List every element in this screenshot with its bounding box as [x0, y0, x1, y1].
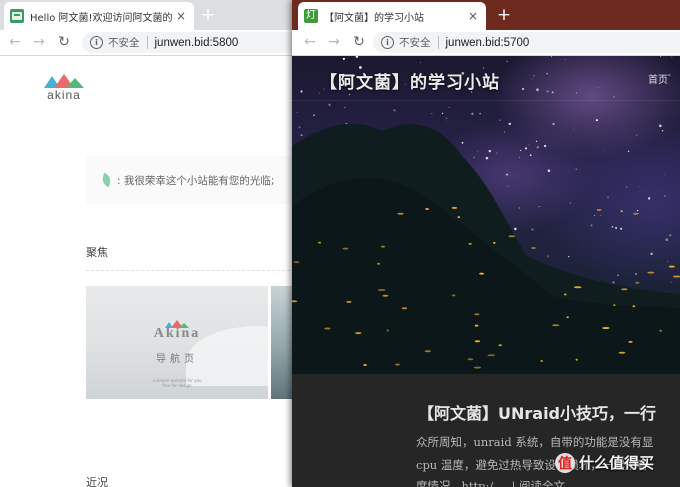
tab-study-site[interactable]: 灯 【阿文菌】的学习小站 × [298, 2, 486, 30]
address-separator [146, 36, 148, 49]
mountain-logo-icon [44, 74, 84, 88]
address-bar[interactable]: i 不安全 junwen.bid:5800 [82, 32, 300, 53]
info-icon[interactable]: i [381, 36, 394, 49]
close-tab-icon[interactable]: × [174, 9, 188, 23]
akina-logo[interactable]: akina [42, 72, 88, 102]
tab-strip: Hello 阿文菌!欢迎访问阿文菌的 × + [0, 0, 300, 30]
url-text[interactable]: junwen.bid:5700 [446, 37, 530, 49]
card-fine-line: free for design [162, 383, 192, 388]
back-arrow-icon[interactable]: ← [301, 33, 319, 51]
browser-window-right: 灯 【阿文菌】的学习小站 × + ← → ↻ i 不安全 junwen.bid:… [292, 0, 680, 487]
watermark: 值 什么值得买 [555, 452, 654, 473]
feature-card-nav[interactable]: Akina 导航页 a simple website for you free … [86, 286, 268, 399]
info-icon[interactable]: i [90, 36, 103, 49]
nav-home-link[interactable]: 首页 [648, 71, 668, 86]
card-title: Akina [153, 326, 201, 341]
lamp-favicon-icon: 灯 [304, 9, 318, 23]
logo-text: akina [47, 88, 81, 102]
browser-toolbar: ← → ↻ i 不安全 junwen.bid:5800 [0, 30, 300, 56]
watermark-text: 什么值得买 [579, 454, 655, 472]
card-fine-print: a simple website for you free for design [86, 378, 268, 388]
reload-icon[interactable]: ↻ [350, 33, 368, 51]
tab-strip: 灯 【阿文菌】的学习小站 × + [292, 0, 680, 30]
url-text[interactable]: junwen.bid:5800 [155, 37, 239, 49]
welcome-notice: : 我很荣幸这个小站能有您的光临; [86, 156, 300, 204]
page-content: 【阿文菌】的学习小站 首页 【阿文菌】UNraid小技巧，一行 众所周知，unr… [292, 56, 680, 487]
hero-night-sky-image [292, 56, 680, 374]
reload-icon[interactable]: ↻ [55, 33, 73, 51]
address-separator [437, 36, 439, 49]
smzdm-logo-icon: 值 [555, 452, 575, 473]
tab-title: Hello 阿文菌!欢迎访问阿文菌的 [30, 12, 173, 24]
new-tab-button[interactable]: + [494, 5, 514, 25]
new-tab-button[interactable]: + [198, 5, 218, 25]
browser-toolbar: ← → ↻ i 不安全 junwen.bid:5700 [292, 30, 680, 56]
address-bar[interactable]: i 不安全 junwen.bid:5700 [373, 32, 680, 53]
insecure-label: 不安全 [108, 37, 140, 49]
close-tab-icon[interactable]: × [466, 9, 480, 23]
post-excerpt-line: 众所周知，unraid 系统，自带的功能是没有显 [416, 435, 654, 449]
back-arrow-icon[interactable]: ← [6, 33, 24, 51]
card-subtitle: 导航页 [156, 354, 198, 365]
leaf-icon [100, 172, 113, 188]
page-content: akina : 我很荣幸这个小站能有您的光临; 聚焦 Akina 导航页 a s… [0, 56, 300, 487]
recent-heading: 近况 [86, 476, 108, 487]
notice-text: : 我很荣幸这个小站能有您的光临; [117, 174, 275, 187]
night-scene-graphic [292, 56, 680, 374]
header-divider [292, 100, 680, 101]
forward-arrow-icon[interactable]: → [325, 33, 343, 51]
post-title[interactable]: 【阿文菌】UNraid小技巧，一行 [418, 400, 656, 424]
divider [86, 270, 300, 271]
browser-window-left: Hello 阿文菌!欢迎访问阿文菌的 × + ← → ↻ i 不安全 junwe… [0, 0, 300, 487]
site-title[interactable]: 【阿文菌】的学习小站 [320, 68, 500, 93]
post-excerpt-line: 度情况...http:/ ... | 阅读全文 [416, 479, 566, 487]
insecure-label: 不安全 [399, 37, 431, 49]
focus-heading: 聚焦 [86, 246, 108, 259]
site-favicon-icon [10, 9, 24, 23]
forward-arrow-icon[interactable]: → [30, 33, 48, 51]
tab-title: 【阿文菌】的学习小站 [324, 12, 424, 24]
tab-hello[interactable]: Hello 阿文菌!欢迎访问阿文菌的 × [4, 2, 194, 30]
